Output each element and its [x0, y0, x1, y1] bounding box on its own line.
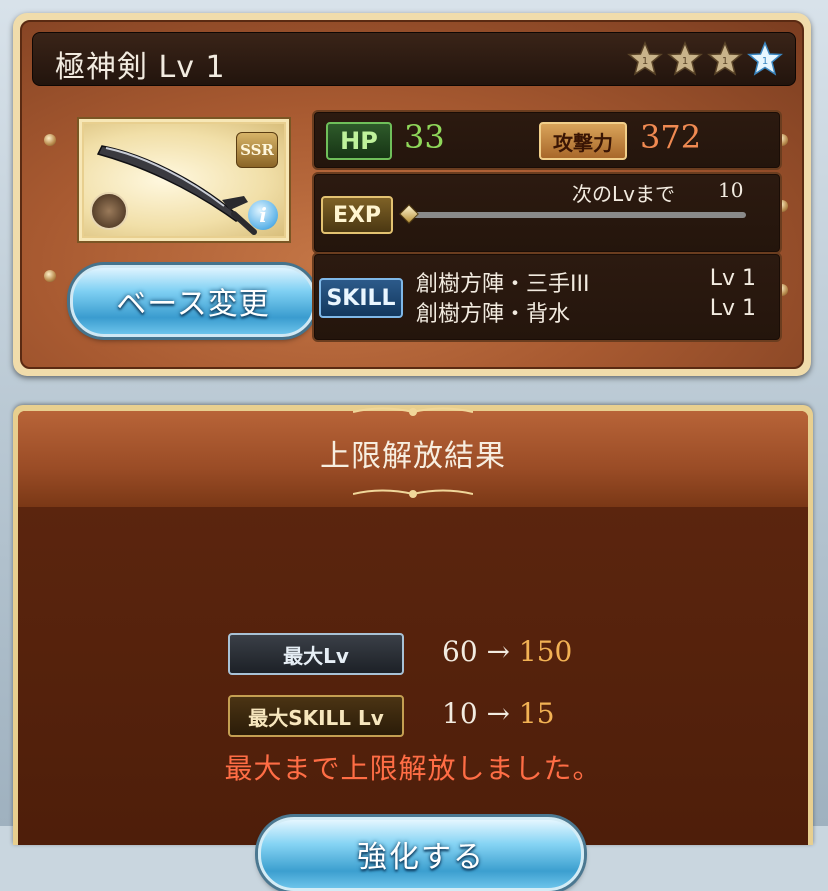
attack-value: 372 [640, 118, 702, 156]
next-level-value: 10 [718, 178, 744, 202]
next-level-label: 次のLvまで [572, 182, 675, 206]
limit-break-result-panel: 上限解放結果 最大Lv 60 → 150 最大SKILL Lv 10 → 15 … [13, 405, 813, 891]
skill-level: Lv 1 [709, 266, 756, 291]
base-change-button[interactable]: ベース変更 [70, 265, 316, 337]
ornament-icon [353, 489, 473, 498]
exp-progress-bar [406, 212, 746, 218]
max-skill-level-to: 15 [518, 697, 555, 730]
element-icon [90, 192, 128, 230]
weapon-image: SSR i [84, 124, 284, 236]
star-icon: 1 [627, 41, 663, 77]
svg-text:1: 1 [682, 56, 688, 67]
ornament-icon [353, 407, 473, 416]
exp-panel: EXP 次のLvまで 10 [312, 172, 782, 254]
info-icon[interactable]: i [248, 200, 278, 230]
rarity-stars: 1 1 1 1 [627, 41, 783, 77]
stats-panel: HP 33 攻撃力 372 [312, 110, 782, 170]
result-panel-body: 上限解放結果 最大Lv 60 → 150 最大SKILL Lv 10 → 15 … [18, 407, 808, 891]
result-title: 上限解放結果 [320, 439, 506, 474]
skill-name: 創樹方陣・三手III [416, 272, 590, 297]
arrow-icon: → [486, 697, 511, 730]
svg-text:1: 1 [762, 56, 768, 67]
weapon-card-body: 極神剣 Lv 1 1 1 1 1 SSR i ベース変更 HP 33 攻撃力 3… [20, 20, 804, 369]
enhance-button[interactable]: 強化する [258, 817, 584, 891]
star-icon: 1 [707, 41, 743, 77]
arrow-icon: → [486, 635, 511, 668]
max-skill-level-label: 最大SKILL Lv [228, 695, 404, 737]
weapon-card: 極神剣 Lv 1 1 1 1 1 SSR i ベース変更 HP 33 攻撃力 3… [13, 13, 811, 376]
max-skill-level-change: 10 → 15 [442, 697, 555, 730]
max-level-to: 150 [518, 635, 573, 668]
skill-label: SKILL [319, 278, 403, 318]
star-icon: 1 [667, 41, 703, 77]
max-skill-level-from: 10 [442, 697, 478, 730]
limit-break-complete-message: 最大まで上限解放しました。 [224, 752, 602, 785]
svg-text:1: 1 [722, 56, 728, 67]
result-header: 上限解放結果 [18, 407, 808, 507]
weapon-title: 極神剣 Lv 1 [55, 50, 226, 85]
weapon-thumbnail[interactable]: SSR i [77, 117, 291, 243]
svg-text:1: 1 [642, 56, 648, 67]
rarity-badge: SSR [236, 132, 278, 168]
result-body: 最大Lv 60 → 150 最大SKILL Lv 10 → 15 最大まで上限解… [18, 507, 808, 891]
max-level-label: 最大Lv [228, 633, 404, 675]
rivet-icon [44, 270, 56, 282]
hp-value: 33 [404, 118, 445, 156]
exp-label: EXP [321, 196, 393, 234]
skill-level: Lv 1 [709, 296, 756, 321]
star-icon-blue: 1 [747, 41, 783, 77]
rivet-icon [44, 134, 56, 146]
enhance-button-label: 強化する [357, 840, 485, 875]
exp-progress-knob [399, 204, 419, 224]
attack-label: 攻撃力 [539, 122, 627, 160]
max-level-change: 60 → 150 [442, 635, 572, 668]
weapon-title-bar: 極神剣 Lv 1 1 1 1 1 [32, 32, 796, 86]
base-change-label: ベース変更 [116, 287, 270, 322]
skill-panel: SKILL 創樹方陣・三手III Lv 1 創樹方陣・背水 Lv 1 [312, 252, 782, 342]
hp-label: HP [326, 122, 392, 160]
max-level-from: 60 [442, 635, 478, 668]
skill-name: 創樹方陣・背水 [416, 302, 571, 327]
